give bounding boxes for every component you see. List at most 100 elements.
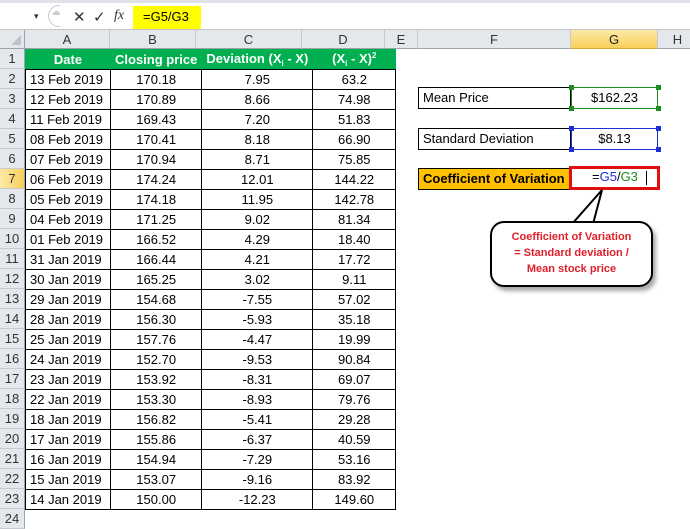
cell-squared-deviation[interactable]: 149.60 [312,489,397,510]
range-handle[interactable] [656,126,661,131]
cell-date[interactable]: 11 Feb 2019 [25,109,111,130]
header-closing-price[interactable]: Closing price [109,49,203,70]
cell-date[interactable]: 16 Jan 2019 [25,449,111,470]
cell-date[interactable]: 28 Jan 2019 [25,309,111,330]
column-header-e[interactable]: E [385,30,418,49]
cell-squared-deviation[interactable]: 35.18 [312,309,397,330]
row-header-3[interactable]: 3 [0,89,25,109]
enter-icon[interactable]: ✓ [93,8,106,26]
cell-deviation[interactable]: 7.95 [201,69,314,90]
cell-squared-deviation[interactable]: 142.78 [312,189,397,210]
cell-deviation[interactable]: -9.53 [201,349,314,370]
row-header-23[interactable]: 23 [0,489,25,509]
row-header-11[interactable]: 11 [0,249,25,269]
row-header-16[interactable]: 16 [0,349,25,369]
header-deviation[interactable]: Deviation (Xi - X) [201,49,314,70]
cell-closing-price[interactable]: 150.00 [109,489,203,510]
range-handle[interactable] [569,106,574,111]
cell-closing-price[interactable]: 170.89 [109,89,203,110]
cell-date[interactable]: 29 Jan 2019 [25,289,111,310]
cell-date[interactable]: 22 Jan 2019 [25,389,111,410]
cell-date[interactable]: 05 Feb 2019 [25,189,111,210]
cell-closing-price[interactable]: 170.94 [109,149,203,170]
cell-date[interactable]: 30 Jan 2019 [25,269,111,290]
cell-squared-deviation[interactable]: 63.2 [312,69,397,90]
row-header-20[interactable]: 20 [0,429,25,449]
cell-deviation[interactable]: 8.18 [201,129,314,150]
range-handle[interactable] [569,85,574,90]
cell-squared-deviation[interactable]: 66.90 [312,129,397,150]
cell-closing-price[interactable]: 166.52 [109,229,203,250]
range-handle[interactable] [656,147,661,152]
cell-closing-price[interactable]: 153.30 [109,389,203,410]
cell-date[interactable]: 07 Feb 2019 [25,149,111,170]
range-handle[interactable] [569,147,574,152]
cell-date[interactable]: 08 Feb 2019 [25,129,111,150]
cell-date[interactable]: 18 Jan 2019 [25,409,111,430]
cell-date[interactable]: 23 Jan 2019 [25,369,111,390]
cell-deviation[interactable]: 8.71 [201,149,314,170]
row-header-15[interactable]: 15 [0,329,25,349]
cell-deviation[interactable]: -12.23 [201,489,314,510]
row-header-10[interactable]: 10 [0,229,25,249]
column-header-b[interactable]: B [110,30,196,49]
cell-closing-price[interactable]: 155.86 [109,429,203,450]
cell-deviation[interactable]: 9.02 [201,209,314,230]
cell-closing-price[interactable]: 156.82 [109,409,203,430]
column-header-d[interactable]: D [302,30,385,49]
cell-closing-price[interactable]: 169.43 [109,109,203,130]
cell-squared-deviation[interactable]: 51.83 [312,109,397,130]
cell-date[interactable]: 15 Jan 2019 [25,469,111,490]
row-header-22[interactable]: 22 [0,469,25,489]
header-date[interactable]: Date [25,49,111,70]
cell-deviation[interactable]: -6.37 [201,429,314,450]
cell-date[interactable]: 25 Jan 2019 [25,329,111,350]
cell-date[interactable]: 06 Feb 2019 [25,169,111,190]
cell-closing-price[interactable]: 154.68 [109,289,203,310]
row-header-18[interactable]: 18 [0,389,25,409]
cell-deviation[interactable]: -7.29 [201,449,314,470]
cell-closing-price[interactable]: 171.25 [109,209,203,230]
cell-deviation[interactable]: -7.55 [201,289,314,310]
row-header-19[interactable]: 19 [0,409,25,429]
cell-date[interactable]: 04 Feb 2019 [25,209,111,230]
cell-squared-deviation[interactable]: 40.59 [312,429,397,450]
cell-deviation[interactable]: -4.47 [201,329,314,350]
row-header-9[interactable]: 9 [0,209,25,229]
cell-squared-deviation[interactable]: 144.22 [312,169,397,190]
cell-deviation[interactable]: -8.93 [201,389,314,410]
cell-squared-deviation[interactable]: 83.92 [312,469,397,490]
formula-input[interactable]: =G5/G3 [133,6,201,29]
cell-date[interactable]: 14 Jan 2019 [25,489,111,510]
cell-squared-deviation[interactable]: 18.40 [312,229,397,250]
row-header-4[interactable]: 4 [0,109,25,129]
cell-squared-deviation[interactable]: 53.16 [312,449,397,470]
coefficient-of-variation-cell-editing[interactable]: =G5/G3 [569,166,660,190]
cell-squared-deviation[interactable]: 29.28 [312,409,397,430]
formula-bar-grip[interactable] [48,5,60,27]
cell-closing-price[interactable]: 154.94 [109,449,203,470]
cell-date[interactable]: 24 Jan 2019 [25,349,111,370]
row-header-5[interactable]: 5 [0,129,25,149]
cell-squared-deviation[interactable]: 57.02 [312,289,397,310]
row-header-21[interactable]: 21 [0,449,25,469]
standard-deviation-value[interactable]: $8.13 [571,128,658,150]
range-handle[interactable] [656,85,661,90]
row-header-13[interactable]: 13 [0,289,25,309]
insert-function-icon[interactable]: fx [114,8,124,24]
cell-squared-deviation[interactable]: 75.85 [312,149,397,170]
cell-deviation[interactable]: 11.95 [201,189,314,210]
cell-closing-price[interactable]: 156.30 [109,309,203,330]
cell-date[interactable]: 01 Feb 2019 [25,229,111,250]
cell-closing-price[interactable]: 152.70 [109,349,203,370]
cell-closing-price[interactable]: 170.41 [109,129,203,150]
row-header-6[interactable]: 6 [0,149,25,169]
column-header-c[interactable]: C [196,30,302,49]
column-header-f[interactable]: F [418,30,571,49]
cell-squared-deviation[interactable]: 69.07 [312,369,397,390]
range-handle[interactable] [656,106,661,111]
column-header-g[interactable]: G [571,30,658,49]
cell-date[interactable]: 31 Jan 2019 [25,249,111,270]
namebox-dropdown-icon[interactable]: ▾ [34,11,39,22]
cell-squared-deviation[interactable]: 9.11 [312,269,397,290]
